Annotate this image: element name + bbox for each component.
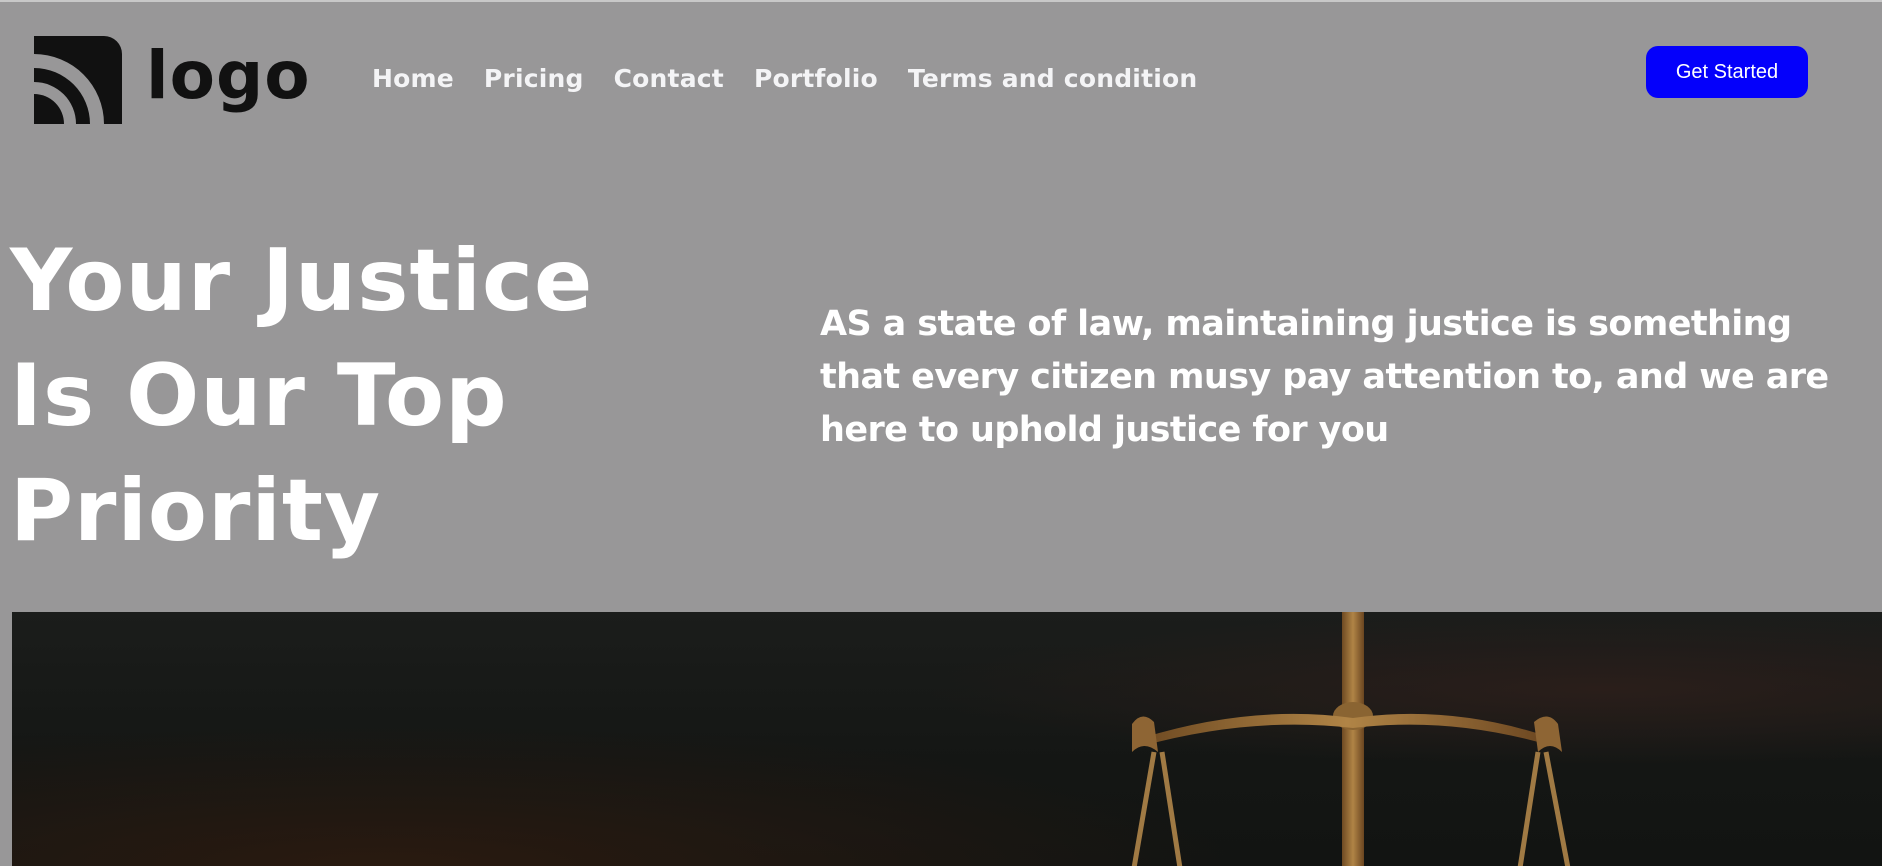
- logo-text: logo: [146, 37, 311, 114]
- hero-title-line: Your Justice: [10, 231, 594, 331]
- hero-title-line: Is Our Top: [10, 346, 508, 446]
- nav-portfolio[interactable]: Portfolio: [754, 64, 878, 93]
- nav-pricing[interactable]: Pricing: [484, 64, 584, 93]
- scales-of-justice-image: [12, 612, 1882, 866]
- nav-home[interactable]: Home: [372, 64, 454, 93]
- site-header: logo Home Pricing Contact Portfolio Term…: [0, 2, 1882, 142]
- nav-contact[interactable]: Contact: [614, 64, 724, 93]
- logo[interactable]: logo: [34, 36, 311, 124]
- main-nav: Home Pricing Contact Portfolio Terms and…: [372, 64, 1227, 93]
- nav-terms[interactable]: Terms and condition: [908, 64, 1197, 93]
- hero-title: Your Justice Is Our Top Priority: [10, 224, 710, 569]
- hero-description: AS a state of law, maintaining justice i…: [820, 304, 1829, 450]
- logo-arcs-icon: [34, 36, 122, 124]
- get-started-button[interactable]: Get Started: [1646, 46, 1808, 98]
- hero-title-line: Priority: [10, 461, 382, 561]
- scales-icon: [1131, 612, 1571, 866]
